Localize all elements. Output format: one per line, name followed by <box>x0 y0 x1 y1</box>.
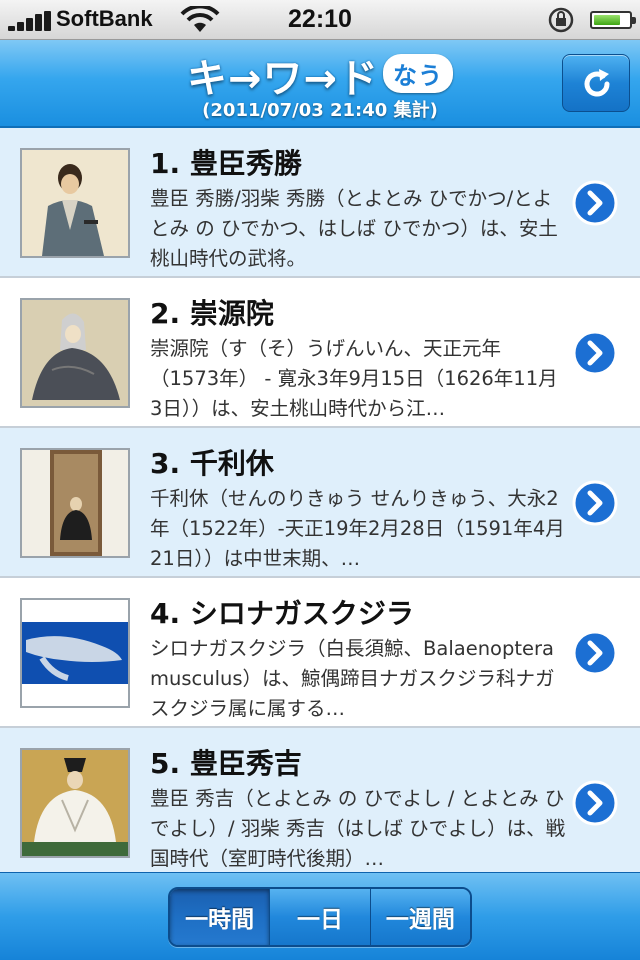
item-description: 豊臣 秀勝/羽柴 秀勝（とよとみ ひでかつ/とよとみ の ひでかつ、はしば ひで… <box>150 187 558 270</box>
item-description: シロナガスクジラ（白長須鯨、Balaenoptera musculus）は、鯨偶… <box>150 637 555 720</box>
item-title: 1. 豊臣秀勝 <box>150 147 302 180</box>
chevron-right-icon[interactable] <box>572 480 618 526</box>
chevron-right-icon[interactable] <box>572 180 618 226</box>
thumbnail-image <box>20 148 130 258</box>
segment-one-week[interactable]: 一週間 <box>369 889 470 945</box>
nav-bar: キ→ワ→ド なう (2011/07/03 21:40 集計) <box>0 40 640 128</box>
thumbnail-image <box>20 598 130 708</box>
thumbnail-image <box>20 748 130 858</box>
item-description: 千利休（せんのりきゅう せんりきゅう、大永2年（1522年）-天正19年2月28… <box>150 487 565 570</box>
list-item[interactable]: 5. 豊臣秀吉 豊臣 秀吉（とよとみ の ひでよし / とよとみ ひでよし）/ … <box>0 728 640 872</box>
item-title: 4. シロナガスクジラ <box>150 597 414 630</box>
bottom-toolbar: 一時間 一日 一週間 <box>0 872 640 960</box>
item-title: 2. 崇源院 <box>150 297 274 330</box>
refresh-icon <box>584 69 610 97</box>
status-bar: SoftBank 22:10 <box>0 0 640 40</box>
segment-one-day[interactable]: 一日 <box>269 889 370 945</box>
rotation-lock-icon <box>548 7 574 33</box>
item-description: 崇源院（す（そ）うげんいん、天正元年（1573年） - 寛永3年9月15日（16… <box>150 337 558 420</box>
app-title-badge: なう <box>383 54 454 93</box>
chevron-right-icon[interactable] <box>572 630 618 676</box>
list-item[interactable]: 1. 豊臣秀勝 豊臣 秀勝/羽柴 秀勝（とよとみ ひでかつ/とよとみ の ひでか… <box>0 128 640 278</box>
battery-icon <box>590 11 636 29</box>
list-item[interactable]: 2. 崇源院 崇源院（す（そ）うげんいん、天正元年（1573年） - 寛永3年9… <box>0 278 640 428</box>
clock: 22:10 <box>288 5 352 33</box>
keyword-list: 1. 豊臣秀勝 豊臣 秀勝/羽柴 秀勝（とよとみ ひでかつ/とよとみ の ひでか… <box>0 128 640 872</box>
list-item[interactable]: 3. 千利休 千利休（せんのりきゅう せんりきゅう、大永2年（1522年）-天正… <box>0 428 640 578</box>
refresh-button[interactable] <box>562 54 630 112</box>
item-description: 豊臣 秀吉（とよとみ の ひでよし / とよとみ ひでよし）/ 羽柴 秀吉（はし… <box>150 787 566 870</box>
period-segmented-control: 一時間 一日 一週間 <box>168 887 472 947</box>
chevron-right-icon[interactable] <box>572 780 618 826</box>
item-title: 5. 豊臣秀吉 <box>150 747 302 780</box>
thumbnail-image <box>20 448 130 558</box>
aggregation-timestamp: (2011/07/03 21:40 集計) <box>202 100 438 121</box>
item-title: 3. 千利休 <box>150 447 274 480</box>
thumbnail-image <box>20 298 130 408</box>
segment-one-hour[interactable]: 一時間 <box>170 889 270 945</box>
chevron-right-icon[interactable] <box>572 330 618 376</box>
list-item[interactable]: 4. シロナガスクジラ シロナガスクジラ（白長須鯨、Balaenoptera m… <box>0 578 640 728</box>
